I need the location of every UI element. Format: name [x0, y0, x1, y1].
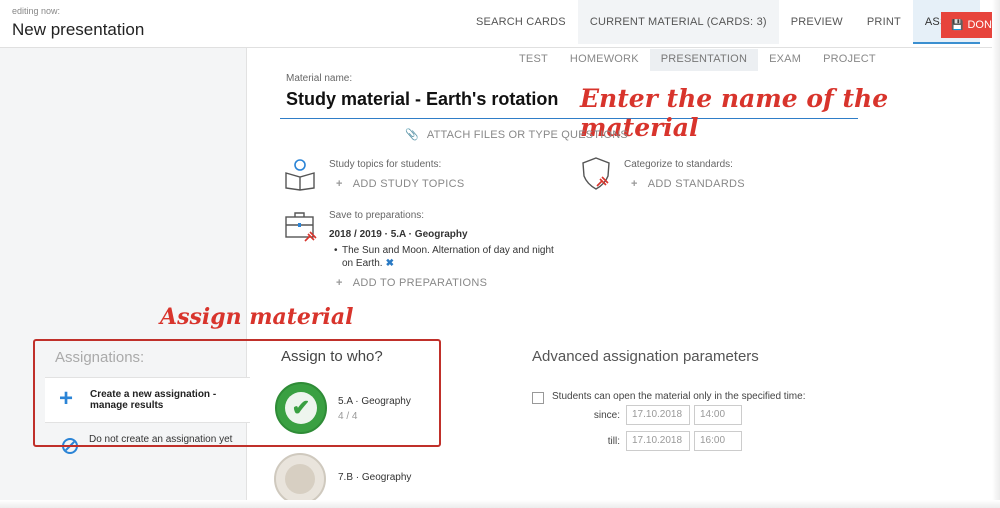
briefcase-icon	[285, 212, 317, 242]
annotation-assign-hint: Assign material	[160, 304, 354, 330]
editing-label: editing now:	[12, 6, 61, 16]
app-frame: editing now: New presentation SEARCH CAR…	[0, 0, 1000, 508]
preparation-item: • The Sun and Moon. Alternation of day an…	[334, 244, 567, 270]
add-to-preparations-label: ADD TO PREPARATIONS	[352, 277, 488, 289]
nav-search-cards[interactable]: SEARCH CARDS	[464, 0, 578, 44]
remove-icon[interactable]: ✖	[386, 258, 394, 269]
tab-presentation[interactable]: PRESENTATION	[649, 49, 759, 71]
material-type-tabs: TEST HOMEWORK PRESENTATION EXAM PROJECT	[508, 49, 887, 71]
preparation-year-class: 2018 / 2019 · 5.A · Geography	[329, 229, 468, 240]
bottom-edge-shadow	[0, 500, 1000, 508]
nav-preview[interactable]: PREVIEW	[779, 0, 855, 44]
add-standards-label: ADD STANDARDS	[647, 178, 745, 190]
save-icon: 💾	[951, 20, 964, 31]
till-date-input[interactable]: 17.10.2018	[626, 431, 690, 451]
since-time-input[interactable]: 14:00	[694, 405, 742, 425]
till-time-input[interactable]: 16:00	[694, 431, 742, 451]
since-label: since:	[593, 410, 620, 421]
add-study-topics-button[interactable]: + ADD STUDY TOPICS	[336, 178, 465, 190]
annotation-name-hint: Enter the name of the material	[580, 84, 889, 142]
material-name-label: Material name:	[286, 73, 353, 84]
right-edge-shadow	[992, 0, 1000, 508]
nav-print[interactable]: PRINT	[855, 0, 913, 44]
time-restriction-label: Students can open the material only in t…	[552, 391, 806, 402]
till-label: till:	[607, 436, 620, 447]
shield-icon	[582, 157, 610, 190]
tab-test[interactable]: TEST	[508, 49, 559, 71]
class-name-7b[interactable]: 7.B · Geography	[338, 472, 411, 483]
preparation-item-text: The Sun and Moon. Alternation of day and…	[342, 245, 554, 269]
add-study-topics-label: ADD STUDY TOPICS	[352, 178, 465, 190]
bullet-icon: •	[334, 245, 338, 256]
time-restriction-checkbox[interactable]	[532, 392, 544, 404]
class-avatar-7b[interactable]	[274, 453, 326, 505]
book-reader-icon	[285, 159, 315, 191]
material-name-input[interactable]: Study material - Earth's rotation	[286, 89, 558, 110]
top-header: editing now: New presentation SEARCH CAR…	[0, 0, 1000, 48]
paperclip-icon: 📎	[405, 129, 419, 141]
attach-files-button[interactable]: 📎 ATTACH FILES OR TYPE QUESTIONS	[405, 128, 628, 141]
nav-current-material[interactable]: CURRENT MATERIAL (CARDS: 3)	[577, 0, 779, 44]
tab-homework[interactable]: HOMEWORK	[559, 49, 650, 71]
standards-label: Categorize to standards:	[624, 159, 733, 170]
tab-project[interactable]: PROJECT	[812, 49, 887, 71]
add-to-preparations-button[interactable]: + ADD TO PREPARATIONS	[336, 277, 487, 289]
since-date-input[interactable]: 17.10.2018	[626, 405, 690, 425]
main-nav: SEARCH CARDS CURRENT MATERIAL (CARDS: 3)…	[464, 0, 980, 44]
study-topics-label: Study topics for students:	[329, 159, 442, 170]
tab-exam[interactable]: EXAM	[758, 49, 812, 71]
add-standards-button[interactable]: + ADD STANDARDS	[631, 178, 745, 190]
advanced-parameters-title: Advanced assignation parameters	[532, 348, 759, 365]
attach-label: ATTACH FILES OR TYPE QUESTIONS	[426, 129, 628, 141]
assign-highlight-box	[33, 339, 441, 447]
document-title: New presentation	[12, 20, 145, 39]
preparations-label: Save to preparations:	[329, 210, 425, 221]
